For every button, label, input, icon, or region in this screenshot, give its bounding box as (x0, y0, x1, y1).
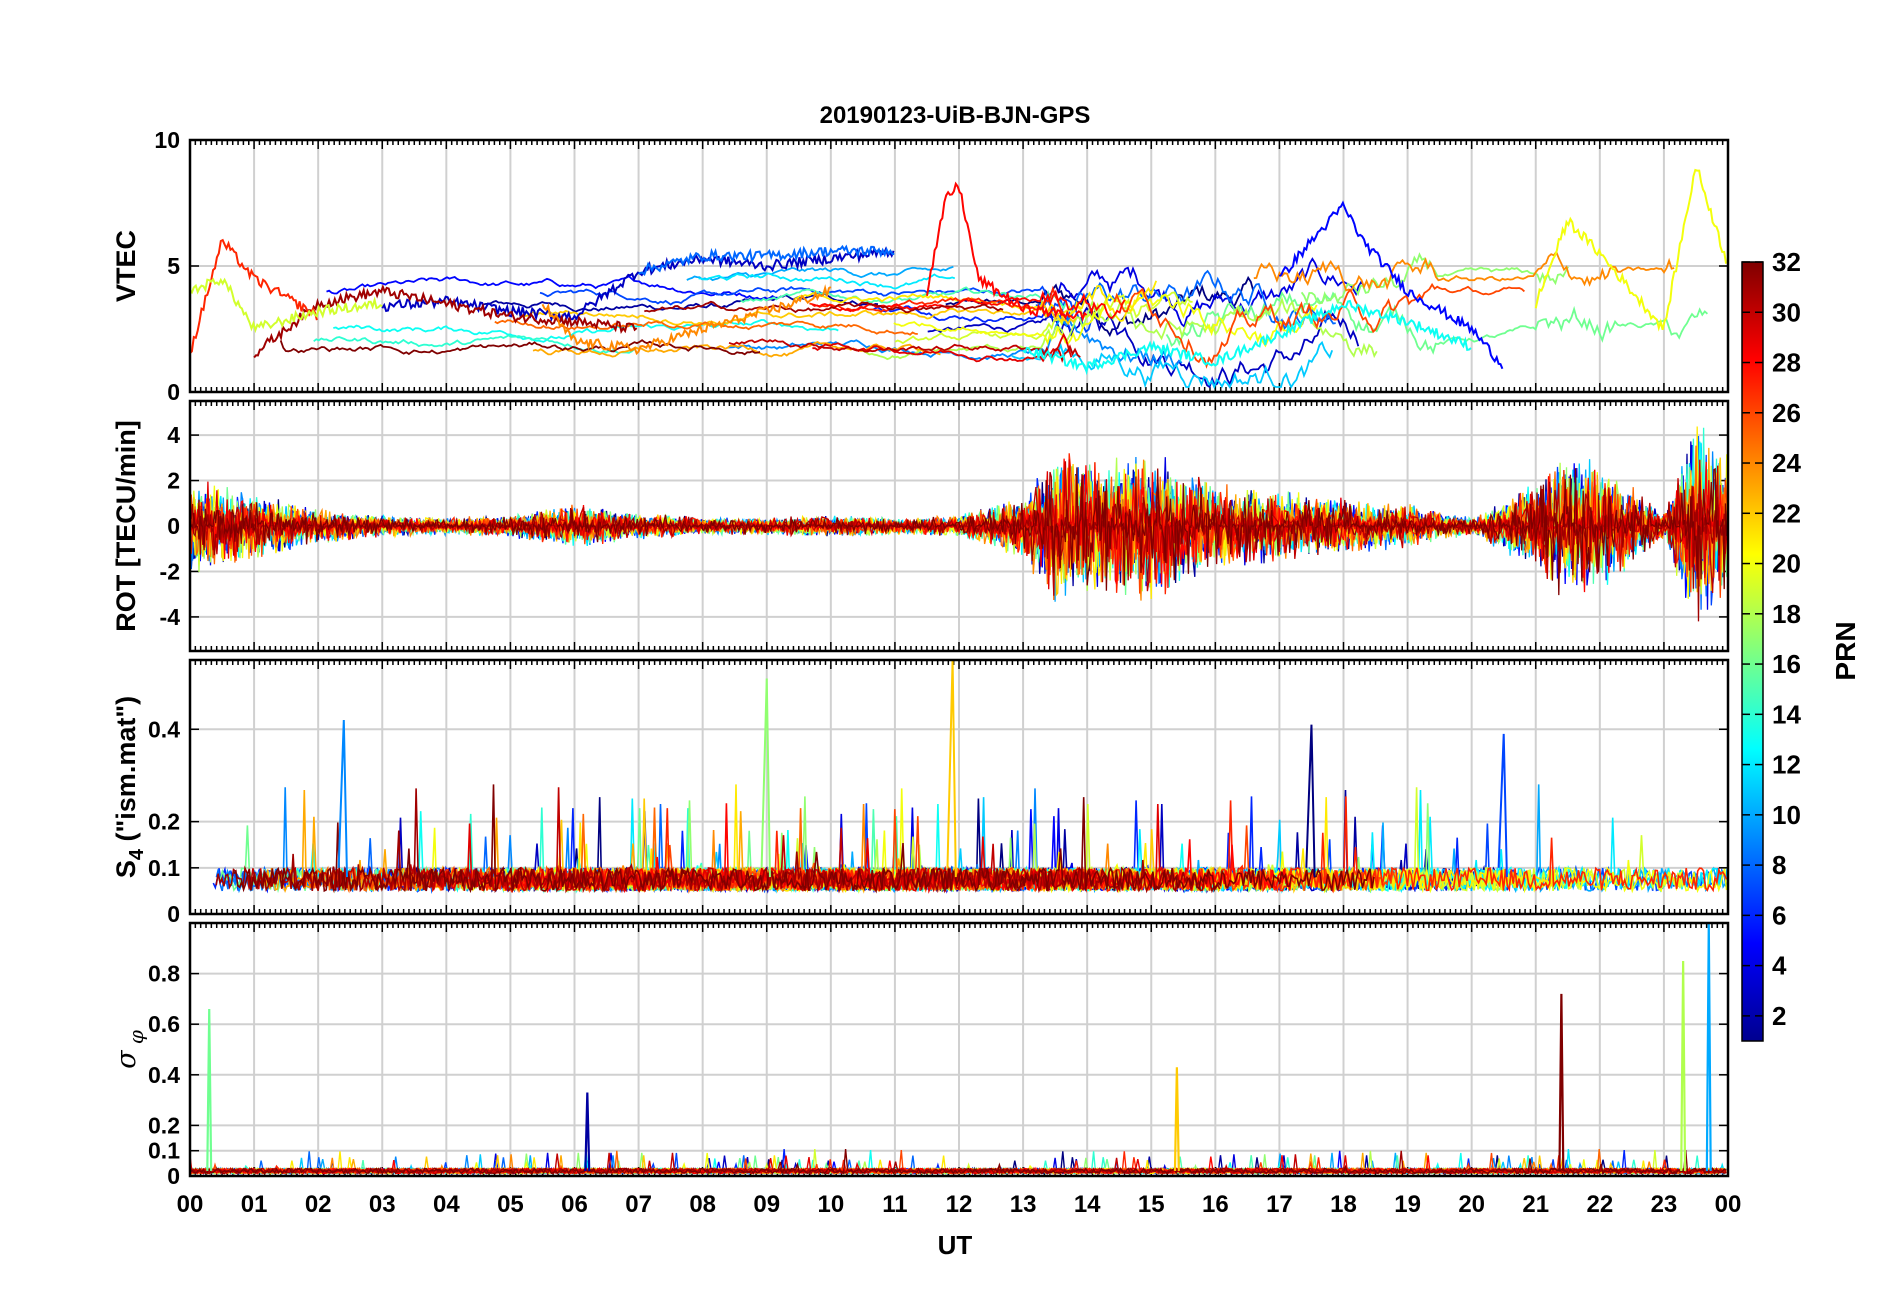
x-tick-label: 09 (753, 1191, 780, 1218)
y-tick-label: 0.4 (148, 716, 180, 742)
x-tick-label: 04 (433, 1191, 460, 1218)
colorbar-tick-label: 4 (1772, 951, 1787, 981)
colorbar-tick-label: 30 (1772, 297, 1801, 327)
colorbar-tick-label: 18 (1772, 599, 1801, 629)
x-tick-label: 17 (1266, 1191, 1293, 1218)
colorbar-tick-label: 32 (1772, 247, 1801, 277)
panel-rot: -4 -2 0 2 4 ROT [TECU/min] (111, 399, 1730, 653)
y-tick-label: -2 (160, 558, 180, 584)
prn-rot-trace (190, 441, 1721, 581)
x-tick-label: 03 (369, 1191, 396, 1218)
sigma-peak (1705, 923, 1712, 1171)
x-tick-label: 18 (1330, 1191, 1357, 1218)
y-tick-label: 0 (167, 379, 180, 405)
y-tick-label: 0.4 (148, 1062, 180, 1088)
s4-peak (1497, 733, 1508, 878)
x-tick-label: 11 (882, 1191, 907, 1218)
colorbar: 2468101214161820222426283032 PRN (1741, 247, 1861, 1042)
y-tick-label: 0 (167, 901, 180, 927)
x-tick-label: 00 (177, 1191, 204, 1218)
x-tick-label: 14 (1074, 1191, 1101, 1218)
x-tick-label: 07 (625, 1191, 652, 1218)
x-tick-label: 19 (1394, 1191, 1421, 1218)
x-tick-label: 05 (497, 1191, 524, 1218)
series-line-prn-19 (190, 277, 383, 334)
colorbar-tick-label: 12 (1772, 750, 1801, 780)
x-tick-label: 21 (1522, 1191, 1549, 1218)
series-line-prn-20 (1534, 168, 1728, 332)
colorbar-gradient (1741, 261, 1764, 1042)
x-tick-label: 01 (241, 1191, 268, 1218)
colorbar-tick-label: 2 (1772, 1001, 1786, 1031)
prn-trace (326, 275, 778, 301)
x-tick-label: 12 (946, 1191, 973, 1218)
sigma-peak (206, 1009, 213, 1171)
x-tick-label: 20 (1458, 1191, 1485, 1218)
panel-vtec: 0 5 10 VTEC (111, 127, 1730, 405)
x-tick-label: 08 (689, 1191, 716, 1218)
y-axis-label-sigma_phi: σ φ (111, 1030, 148, 1069)
x-axis-label: UT (938, 1230, 973, 1260)
colorbar-label: PRN (1830, 621, 1861, 680)
sigma-peak (1173, 1067, 1180, 1171)
x-tick-label: 13 (1010, 1191, 1037, 1218)
y-tick-label: 0 (167, 1163, 180, 1189)
colorbar-tick-label: 8 (1772, 850, 1786, 880)
x-tick-label: 02 (305, 1191, 332, 1218)
y-axis-label-rot: ROT [TECU/min] (111, 420, 141, 631)
prn-trace (698, 272, 956, 290)
sigma-peak (1680, 960, 1687, 1171)
y-tick-label: 0.1 (148, 855, 180, 881)
y-tick-label: 0.8 (148, 961, 180, 987)
x-tick-label: 22 (1586, 1191, 1613, 1218)
figure: 20190123-UiB-BJN-GPS 0510VTEC-4-2024ROT … (111, 102, 1861, 1260)
y-tick-label: 0.1 (148, 1138, 180, 1164)
panel-s4: 0 0.1 0.2 0.4S4 ("ism.mat") (111, 658, 1730, 927)
colorbar-tick-label: 10 (1772, 800, 1801, 830)
series-line-prn-5 (1278, 200, 1504, 370)
y-axis-label-s4: S4 ("ism.mat") (111, 696, 148, 878)
colorbar-tick-label: 22 (1772, 498, 1801, 528)
y-tick-label: 0 (167, 513, 180, 539)
s4-peak (1305, 724, 1316, 878)
colorbar-tick-label: 26 (1772, 398, 1801, 428)
chart-title: 20190123-UiB-BJN-GPS (820, 102, 1091, 129)
x-tick-label: 16 (1202, 1191, 1229, 1218)
y-tick-label: -4 (160, 604, 181, 630)
y-tick-label: 2 (167, 468, 180, 494)
series-group (212, 660, 1728, 894)
colorbar-tick-label: 28 (1772, 348, 1801, 378)
sigma-peak (1558, 993, 1565, 1171)
prn-trace (1253, 250, 1675, 293)
s4-peak (946, 660, 957, 878)
x-tick-labels: 00 01 02 03 04 05 06 07 08 09 10 11 12 13 14 15 16 17 18 19… (177, 1191, 1742, 1218)
y-tick-label: 0.6 (148, 1011, 180, 1037)
y-tick-label: 10 (154, 127, 180, 153)
colorbar-tick-label: 16 (1772, 649, 1801, 679)
y-tick-label: 5 (167, 253, 180, 279)
colorbar-tick-label: 24 (1772, 448, 1801, 478)
y-tick-label: 0.2 (148, 809, 180, 835)
colorbar-tick-label: 6 (1772, 900, 1786, 930)
y-axis-label-vtec: VTEC (111, 230, 141, 302)
x-tick-label: 10 (817, 1191, 844, 1218)
y-tick-label: 4 (167, 422, 180, 448)
x-tick-label: 23 (1651, 1191, 1678, 1218)
colorbar-tick-label: 14 (1772, 699, 1801, 729)
y-tick-label: 0.2 (148, 1112, 180, 1138)
x-tick-label: 06 (561, 1191, 588, 1218)
panel-sigma_phi: 00.10.2 0.4 0.6 0.8 σ φ (111, 921, 1730, 1189)
colorbar-tick-label: 20 (1772, 549, 1801, 579)
x-tick-label: 15 (1138, 1191, 1165, 1218)
s4-peak (337, 720, 349, 878)
x-tick-label: 00 (1715, 1191, 1742, 1218)
